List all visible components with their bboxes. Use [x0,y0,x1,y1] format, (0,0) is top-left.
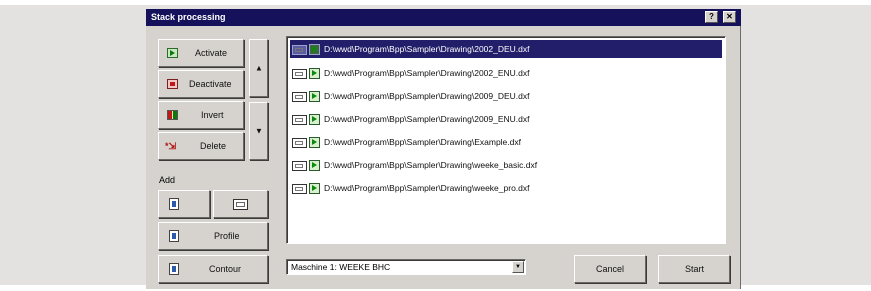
machine-select-value: Maschine 1: WEEKE BHC [291,262,391,272]
close-button[interactable]: ✕ [723,11,736,23]
file-icon [292,69,307,79]
list-item-path: D:\wwd\Program\Bpp\Sampler\Drawing\2009_… [324,114,530,124]
profile-button[interactable]: Profile [158,222,268,250]
file-icon [292,45,307,55]
file-icon [292,138,307,148]
invert-button[interactable]: Invert [158,101,244,129]
title-bar: Stack processing ? ✕ [146,9,741,26]
add-section-label: Add [159,175,176,185]
list-item-path: D:\wwd\Program\Bpp\Sampler\Drawing\Examp… [324,137,521,147]
contour-label: Contour [209,264,242,274]
invert-icon [167,110,178,120]
contour-button[interactable]: Contour [158,255,268,283]
profile-label: Profile [214,231,240,241]
add-drawing-button[interactable] [213,190,268,218]
deactivate-label: Deactivate [189,79,232,89]
move-down-button[interactable]: ▼ [249,102,268,160]
list-item-path: D:\wwd\Program\Bpp\Sampler\Drawing\2009_… [324,91,530,101]
activate-icon [167,48,178,58]
delete-icon: *⇲ [165,141,177,151]
active-status-icon [309,44,320,55]
delete-button[interactable]: *⇲ Delete [158,132,244,160]
active-status-icon [309,91,320,102]
list-item[interactable]: D:\wwd\Program\Bpp\Sampler\Drawing\2009_… [290,87,722,105]
start-label: Start [685,264,705,274]
file-icon [292,115,307,125]
list-item[interactable]: D:\wwd\Program\Bpp\Sampler\Drawing\2002_… [290,64,722,82]
help-button[interactable]: ? [705,11,718,23]
active-status-icon [309,137,320,148]
list-item-path: D:\wwd\Program\Bpp\Sampler\Drawing\2002_… [324,44,530,54]
add-file-button[interactable] [158,190,210,218]
list-item[interactable]: D:\wwd\Program\Bpp\Sampler\Drawing\weeke… [290,156,722,174]
cancel-label: Cancel [596,264,625,274]
active-status-icon [309,68,320,79]
machine-select[interactable]: Maschine 1: WEEKE BHC ▼ [286,259,526,275]
active-status-icon [309,183,320,194]
deactivate-icon [167,79,178,89]
stack-processing-dialog: Stack processing ? ✕ Activate Deactivate… [146,9,741,289]
list-item[interactable]: D:\wwd\Program\Bpp\Sampler\Drawing\2009_… [290,110,722,128]
arrow-up-icon: ▲ [255,63,263,73]
list-item[interactable]: D:\wwd\Program\Bpp\Sampler\Drawing\weeke… [290,179,722,197]
contour-icon [169,263,179,275]
active-status-icon [309,114,320,125]
drawing-file-icon [233,199,248,210]
list-item[interactable]: D:\wwd\Program\Bpp\Sampler\Drawing\Examp… [290,133,722,151]
file-list[interactable]: D:\wwd\Program\Bpp\Sampler\Drawing\2002_… [286,36,726,244]
arrow-down-icon: ▼ [255,126,263,136]
profile-icon [169,230,179,242]
active-status-icon [309,160,320,171]
start-button[interactable]: Start [658,255,730,283]
file-icon [292,92,307,102]
move-up-button[interactable]: ▲ [249,39,268,97]
activate-label: Activate [195,48,228,58]
deactivate-button[interactable]: Deactivate [158,70,244,98]
file-icon [292,184,307,194]
list-item-path: D:\wwd\Program\Bpp\Sampler\Drawing\weeke… [324,183,530,193]
window-title: Stack processing [151,12,226,22]
chevron-down-icon[interactable]: ▼ [512,261,524,273]
activate-button[interactable]: Activate [158,39,244,67]
list-item-path: D:\wwd\Program\Bpp\Sampler\Drawing\weeke… [324,160,538,170]
cancel-button[interactable]: Cancel [574,255,646,283]
invert-label: Invert [201,110,224,120]
add-file-icon [169,198,179,210]
delete-label: Delete [200,141,227,151]
list-item-path: D:\wwd\Program\Bpp\Sampler\Drawing\2002_… [324,68,530,78]
file-icon [292,161,307,171]
list-item[interactable]: D:\wwd\Program\Bpp\Sampler\Drawing\2002_… [290,40,722,58]
